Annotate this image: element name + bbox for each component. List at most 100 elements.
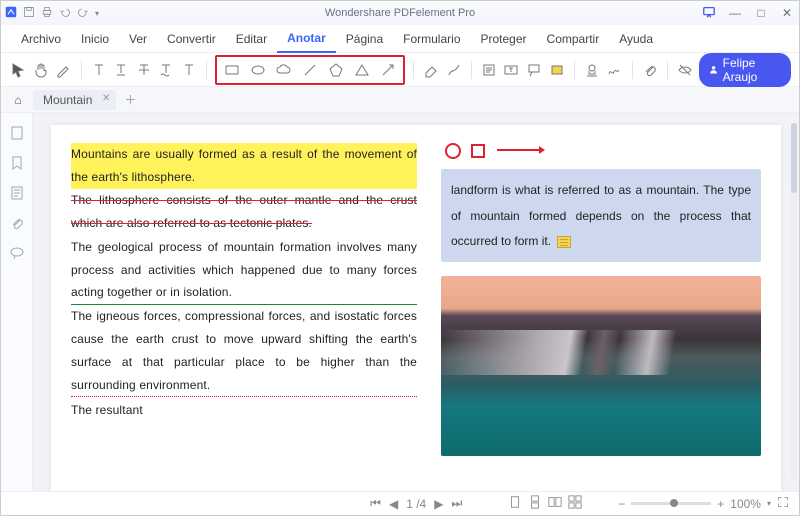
mountain-image	[441, 276, 761, 456]
red-underline-text[interactable]: The igneous forces, compressional forces…	[71, 305, 417, 397]
side-panel	[1, 113, 33, 491]
page-indicator[interactable]: 1 /4	[406, 497, 426, 511]
edit-tool-icon[interactable]	[54, 59, 73, 81]
polygon-shape-icon[interactable]	[325, 59, 347, 81]
user-name-label: Felipe Araujo	[723, 56, 781, 84]
highlight-icon[interactable]	[89, 59, 108, 81]
bookmarks-icon[interactable]	[9, 155, 25, 171]
redo-icon[interactable]	[77, 6, 89, 21]
menu-anotar[interactable]: Anotar	[277, 25, 336, 53]
rectangle-shape-icon[interactable]	[221, 59, 243, 81]
annotate-toolbar: Felipe Araujo	[1, 53, 799, 87]
squiggly-icon[interactable]	[157, 59, 176, 81]
bluebox-text: landform is what is referred to as a mou…	[451, 183, 751, 248]
zoom-slider[interactable]	[631, 502, 711, 505]
view-mode-group	[508, 495, 582, 512]
pencil-icon[interactable]	[444, 59, 463, 81]
drawn-square-shape[interactable]	[471, 144, 485, 158]
zoom-in-icon[interactable]: +	[717, 497, 724, 511]
prev-page-icon[interactable]: ◀	[389, 497, 398, 511]
menu-ayuda[interactable]: Ayuda	[609, 26, 663, 52]
signature-icon[interactable]	[605, 59, 624, 81]
search-panel-icon[interactable]	[9, 185, 25, 201]
menu-compartir[interactable]: Compartir	[537, 26, 610, 52]
close-icon[interactable]: ✕	[779, 6, 795, 20]
undo-icon[interactable]	[59, 6, 71, 21]
tab-label: Mountain	[43, 93, 92, 107]
status-bar: ⏮ ◀ 1 /4 ▶ ⏭ − + 100% ▾	[1, 491, 799, 515]
menu-proteger[interactable]: Proteger	[471, 26, 537, 52]
feedback-icon[interactable]	[701, 5, 717, 22]
menu-página[interactable]: Página	[336, 26, 393, 52]
tab-close-icon[interactable]: ✕	[102, 93, 110, 104]
save-icon[interactable]	[23, 6, 35, 21]
zoom-dropdown-icon[interactable]: ▾	[767, 499, 771, 508]
menu-archivo[interactable]: Archivo	[11, 26, 71, 52]
hide-annotations-icon[interactable]	[676, 59, 695, 81]
zoom-control: − + 100% ▾	[618, 496, 789, 511]
zoom-value[interactable]: 100%	[730, 497, 761, 511]
fullscreen-icon[interactable]	[777, 496, 789, 511]
main-panel: Mountains are usually formed as a result…	[1, 113, 799, 491]
hand-tool-icon[interactable]	[32, 59, 51, 81]
user-badge[interactable]: Felipe Araujo	[699, 53, 791, 87]
menu-bar: ArchivoInicioVerConvertirEditarAnotarPág…	[1, 25, 799, 53]
area-highlight-icon[interactable]	[547, 59, 566, 81]
note-icon[interactable]	[480, 59, 499, 81]
vertical-scrollbar[interactable]	[791, 123, 797, 481]
home-tab-icon[interactable]: ⌂	[7, 93, 29, 107]
next-page-icon[interactable]: ▶	[434, 497, 443, 511]
menu-convertir[interactable]: Convertir	[157, 26, 226, 52]
minimize-icon[interactable]: —	[727, 6, 743, 20]
underline-icon[interactable]	[112, 59, 131, 81]
text-column-right: landform is what is referred to as a mou…	[441, 143, 761, 491]
menu-ver[interactable]: Ver	[119, 26, 157, 52]
document-tab[interactable]: Mountain ✕	[33, 90, 116, 110]
triangle-shape-icon[interactable]	[351, 59, 373, 81]
drawn-shapes	[441, 143, 761, 159]
attachments-panel-icon[interactable]	[9, 215, 25, 231]
textbox-icon[interactable]	[502, 59, 521, 81]
two-page-continuous-icon[interactable]	[568, 495, 582, 512]
menu-editar[interactable]: Editar	[226, 26, 277, 52]
thumbnails-icon[interactable]	[9, 125, 25, 141]
app-logo-icon	[5, 6, 17, 21]
strikethrough-icon[interactable]	[135, 59, 154, 81]
two-page-view-icon[interactable]	[548, 495, 562, 512]
maximize-icon[interactable]: □	[753, 6, 769, 20]
drawn-arrow-shape[interactable]	[495, 144, 545, 159]
stamp-icon[interactable]	[583, 59, 602, 81]
attachment-icon[interactable]	[641, 59, 660, 81]
green-underline-text[interactable]: The geological process of mountain forma…	[71, 236, 417, 305]
shape-tools-group	[215, 55, 405, 85]
select-tool-icon[interactable]	[9, 59, 28, 81]
area-highlight-box[interactable]: landform is what is referred to as a mou…	[441, 169, 761, 262]
oval-shape-icon[interactable]	[247, 59, 269, 81]
quick-access-toolbar: ▾	[5, 6, 99, 21]
line-shape-icon[interactable]	[299, 59, 321, 81]
caret-icon[interactable]	[180, 59, 199, 81]
print-icon[interactable]	[41, 6, 53, 21]
menu-formulario[interactable]: Formulario	[393, 26, 470, 52]
continuous-view-icon[interactable]	[528, 495, 542, 512]
new-tab-icon[interactable]: ＋	[124, 91, 136, 108]
callout-icon[interactable]	[525, 59, 544, 81]
prev-page-first-icon[interactable]: ⏮	[370, 496, 381, 511]
document-area: Mountains are usually formed as a result…	[33, 113, 799, 491]
single-page-view-icon[interactable]	[508, 495, 522, 512]
pdf-page: Mountains are usually formed as a result…	[51, 125, 781, 491]
next-page-last-icon[interactable]: ⏭	[451, 496, 462, 511]
drawn-circle-shape[interactable]	[445, 143, 461, 159]
sticky-note-icon[interactable]	[557, 236, 571, 248]
cloud-shape-icon[interactable]	[273, 59, 295, 81]
highlighted-text[interactable]: Mountains are usually formed as a result…	[71, 143, 417, 189]
strikethrough-text[interactable]: The lithosphere consists of the outer ma…	[71, 189, 417, 235]
arrow-shape-icon[interactable]	[377, 59, 399, 81]
text-column-left: Mountains are usually formed as a result…	[71, 143, 417, 491]
eraser-icon[interactable]	[422, 59, 441, 81]
plain-text: The resultant	[71, 399, 143, 422]
zoom-out-icon[interactable]: −	[618, 497, 625, 511]
title-bar: ▾ Wondershare PDFelement Pro — □ ✕	[1, 1, 799, 25]
comments-panel-icon[interactable]	[9, 245, 25, 261]
menu-inicio[interactable]: Inicio	[71, 26, 119, 52]
